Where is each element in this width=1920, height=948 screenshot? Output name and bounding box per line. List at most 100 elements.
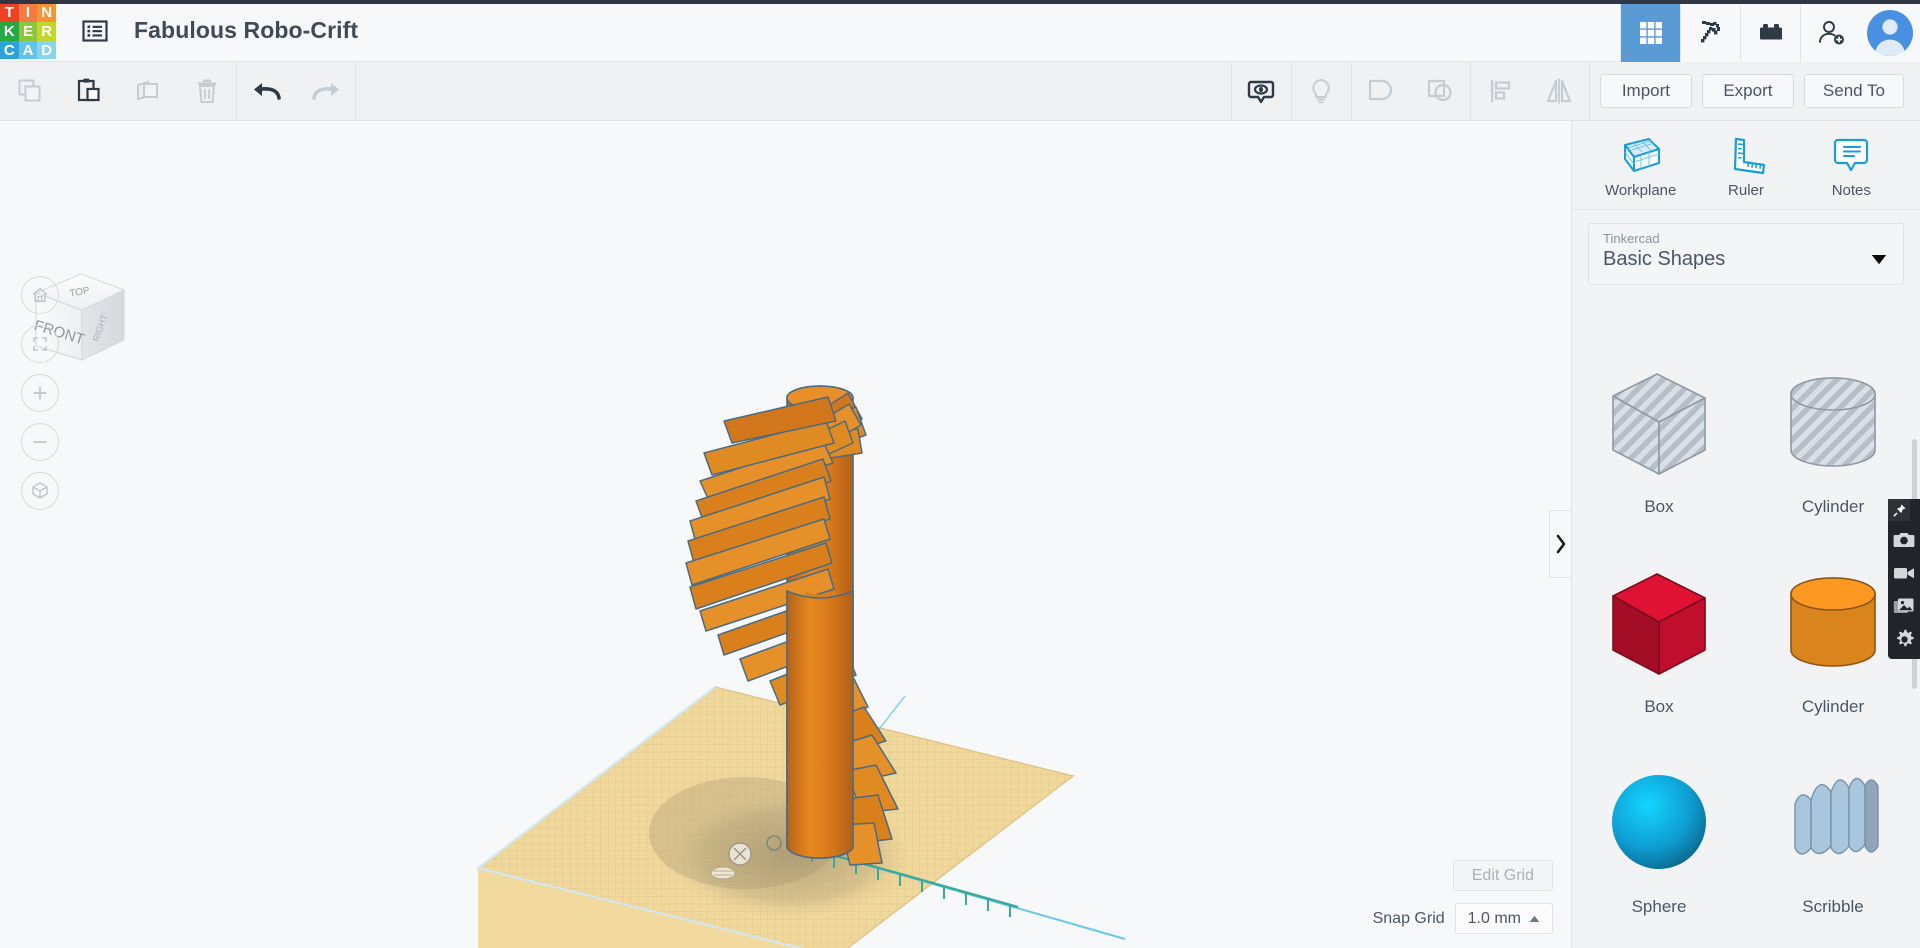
shape-sphere-solid[interactable]: Sphere (1572, 733, 1746, 923)
grid-controls: Edit Grid Snap Grid 1.0 mm (1373, 860, 1553, 934)
ungroup-button[interactable] (1411, 62, 1470, 121)
scene-canvas[interactable] (0, 121, 1571, 948)
delete-button[interactable] (177, 62, 236, 121)
paste-button[interactable] (59, 62, 118, 121)
tinkercad-logo[interactable]: TINKERCAD (0, 4, 56, 60)
edit-grid-button[interactable]: Edit Grid (1453, 860, 1553, 891)
main-menu-button[interactable] (78, 14, 112, 48)
show-hide-button[interactable] (1232, 62, 1291, 121)
screenshot-button[interactable] (1892, 528, 1916, 552)
shape-sphere-solid-thumb (1595, 753, 1723, 891)
document-title[interactable]: Fabulous Robo-Crift (134, 17, 358, 44)
shape-scribble-art (1769, 758, 1897, 886)
workplane-tool-label: Workplane (1605, 182, 1676, 199)
grid-apps-icon (1637, 19, 1665, 47)
shape-scribble[interactable]: Scribble (1746, 733, 1920, 923)
toolbar-divider-2 (355, 62, 356, 121)
export-button[interactable]: Export (1702, 74, 1794, 108)
pin-button[interactable] (1888, 499, 1910, 521)
shape-box-hole-label: Box (1644, 497, 1673, 517)
lightbulb-icon (1306, 76, 1336, 106)
shape-scribble-label: Scribble (1802, 897, 1863, 917)
ruler-tool-label: Ruler (1728, 182, 1764, 199)
shape-box-hole-thumb (1595, 353, 1723, 491)
snap-grid-value: 1.0 mm (1468, 910, 1521, 928)
3d-viewport[interactable]: TOP FRONT RIGHT (0, 121, 1571, 948)
shape-sphere-solid-art (1595, 758, 1723, 886)
chevron-up-icon (1529, 915, 1540, 923)
workplane-grid-icon (1619, 135, 1663, 175)
shape-cylinder-solid-art (1769, 558, 1897, 686)
pin-icon (1892, 503, 1907, 518)
settings-button[interactable] (1892, 627, 1916, 651)
grid-apps-button[interactable] (1620, 4, 1680, 62)
video-camera-icon (1893, 565, 1915, 581)
copy-icon (15, 76, 45, 106)
library-selected-value: Basic Shapes (1603, 248, 1889, 271)
shape-library-list[interactable]: Box Cylinder Box Cylinder Sphere Scribbl… (1572, 319, 1920, 948)
shape-box-hole-art (1595, 358, 1723, 486)
gallery-button[interactable] (1892, 594, 1916, 618)
duplicate-button[interactable] (118, 62, 177, 121)
logo-cell-d: D (37, 41, 56, 60)
shape-cylinder-hole-label: Cylinder (1802, 497, 1864, 517)
import-button[interactable]: Import (1600, 74, 1692, 108)
right-sidebar: Workplane Ruler (1571, 121, 1920, 948)
snap-grid-row: Snap Grid 1.0 mm (1373, 903, 1553, 934)
user-avatar (1867, 10, 1913, 56)
paste-icon (74, 76, 104, 106)
list-menu-icon (82, 18, 108, 44)
capture-toolbar (1888, 499, 1920, 659)
edit-toolbar: Import Export Send To (0, 62, 1920, 121)
copy-button[interactable] (0, 62, 59, 121)
invite-button[interactable] (1800, 4, 1860, 62)
header-right-icons (1620, 4, 1920, 62)
workplane-tool-button[interactable]: Workplane (1598, 135, 1684, 199)
logo-cell-n: N (37, 4, 56, 23)
hint-button[interactable] (1292, 62, 1351, 121)
record-button[interactable] (1892, 561, 1916, 585)
collapse-panel-button[interactable] (1549, 510, 1571, 578)
shape-cylinder-hole[interactable]: Cylinder (1746, 333, 1920, 523)
logo-cell-a: A (19, 41, 38, 60)
user-avatar-button[interactable] (1860, 4, 1920, 62)
minecraft-button[interactable] (1680, 4, 1740, 62)
align-icon (1485, 76, 1515, 106)
shape-scribble-thumb (1769, 753, 1897, 891)
mirror-icon (1543, 76, 1575, 106)
logo-cell-i: I (19, 4, 38, 23)
tinkercad-app: TINKERCAD Fabulous Robo-Crift (0, 0, 1920, 948)
ruler-tool-button[interactable]: Ruler (1703, 135, 1789, 199)
image-gallery-icon (1893, 597, 1915, 616)
shape-library-dropdown[interactable]: Tinkercad Basic Shapes (1588, 223, 1904, 285)
bricks-button[interactable] (1740, 4, 1800, 62)
group-button[interactable] (1352, 62, 1411, 121)
lego-brick-icon (1756, 20, 1786, 46)
mirror-button[interactable] (1530, 62, 1589, 121)
shape-box-hole[interactable]: Box (1572, 333, 1746, 523)
logo-cell-r: R (37, 22, 56, 41)
logo-cell-k: K (0, 22, 19, 41)
align-button[interactable] (1471, 62, 1530, 121)
redo-button[interactable] (296, 62, 355, 121)
shape-box-solid-art (1595, 558, 1723, 686)
shape-cylinder-hole-thumb (1769, 353, 1897, 491)
chevron-down-icon[interactable] (1871, 252, 1887, 270)
logo-cell-e: E (19, 22, 38, 41)
toolbar-divider-7 (1589, 62, 1590, 121)
library-group-label: Tinkercad (1603, 231, 1889, 246)
undo-button[interactable] (237, 62, 296, 121)
snap-grid-select[interactable]: 1.0 mm (1455, 903, 1553, 934)
ungroup-shapes-icon (1424, 76, 1456, 106)
gear-icon (1894, 629, 1915, 650)
send-to-button[interactable]: Send To (1804, 74, 1904, 108)
chevron-right-icon (1555, 534, 1567, 554)
shape-cylinder-hole-art (1769, 358, 1897, 486)
shape-sphere-solid-label: Sphere (1632, 897, 1687, 917)
notes-tool-label: Notes (1832, 182, 1871, 199)
edit-toolbar-left (0, 62, 356, 121)
shape-box-solid[interactable]: Box (1572, 533, 1746, 723)
logo-cell-t: T (0, 4, 19, 23)
notes-tool-button[interactable]: Notes (1808, 135, 1894, 199)
top-header-bar: TINKERCAD Fabulous Robo-Crift (0, 0, 1920, 62)
